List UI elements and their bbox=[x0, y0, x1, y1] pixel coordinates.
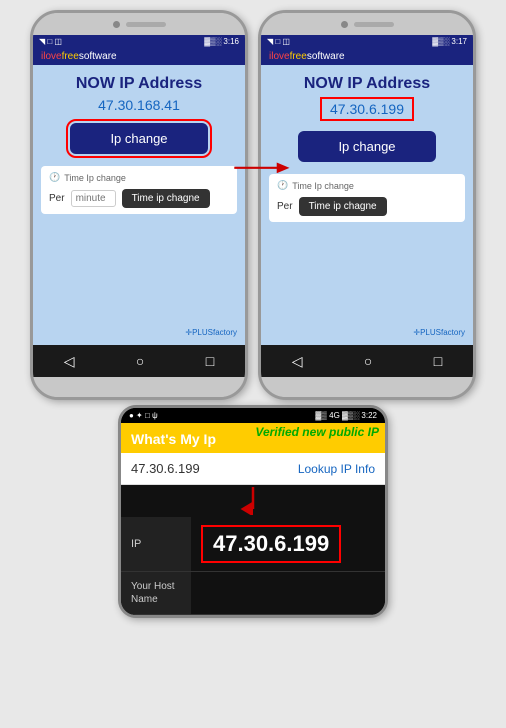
bottom-section: ● ✦ □ ψ ▓▒ 4G ▓▒░ 3:22 What's My Ip Veri… bbox=[0, 405, 506, 618]
left-phone-bottom bbox=[33, 377, 245, 397]
left-phone-top bbox=[33, 13, 245, 35]
brand-soft: software bbox=[79, 51, 117, 62]
host-label-cell: Your Host Name bbox=[121, 572, 191, 614]
left-back-btn[interactable]: ◁ bbox=[64, 353, 75, 370]
left-status-right: ▓▒░ 3:16 bbox=[204, 37, 239, 46]
left-per-label: Per bbox=[49, 193, 65, 204]
left-phone: ◥ □ ◫ ▓▒░ 3:16 ilovefreesoftware NOW IP … bbox=[30, 10, 248, 400]
left-now-ip-label: NOW IP Address bbox=[76, 75, 202, 93]
right-time-label: 🕐 Time Ip change bbox=[277, 180, 457, 191]
bottom-status-right: ▓▒ 4G ▓▒░ 3:22 bbox=[315, 411, 377, 420]
right-back-btn[interactable]: ◁ bbox=[292, 353, 303, 370]
verified-banner: What's My Ip Verified new public IP bbox=[121, 423, 385, 453]
bottom-icons: ● ✦ □ ψ bbox=[129, 411, 158, 420]
right-time-row: Per Time ip chagne bbox=[277, 197, 457, 216]
lookup-ip-value: 47.30.6.199 bbox=[131, 461, 200, 476]
right-brand-soft: software bbox=[307, 51, 345, 62]
right-now-ip-label: NOW IP Address bbox=[304, 75, 430, 93]
right-recent-btn[interactable]: □ bbox=[434, 353, 442, 369]
bottom-status-left: ● ✦ □ ψ bbox=[129, 411, 158, 420]
right-status-icons: ◥ □ ◫ bbox=[267, 37, 290, 46]
bottom-phone: ● ✦ □ ψ ▓▒ 4G ▓▒░ 3:22 What's My Ip Veri… bbox=[118, 405, 388, 618]
left-ip-change-button[interactable]: Ip change bbox=[70, 123, 207, 154]
right-brand-bar: ilovefreesoftware bbox=[261, 48, 473, 65]
left-ip-address: 47.30.168.41 bbox=[98, 97, 180, 113]
right-time-section: 🕐 Time Ip change Per Time ip chagne bbox=[269, 174, 465, 222]
host-value-cell bbox=[191, 572, 385, 614]
right-status-left: ◥ □ ◫ bbox=[267, 37, 290, 46]
right-speaker bbox=[354, 22, 394, 27]
ip-value-cell: 47.30.6.199 bbox=[191, 517, 385, 571]
right-per-label: Per bbox=[277, 201, 293, 212]
bottom-status-bar: ● ✦ □ ψ ▓▒ 4G ▓▒░ 3:22 bbox=[121, 408, 385, 423]
ip-table-row-host: Your Host Name bbox=[121, 572, 385, 615]
right-phone-top bbox=[261, 13, 473, 35]
right-status-bar: ◥ □ ◫ ▓▒░ 3:17 bbox=[261, 35, 473, 48]
down-arrow-icon bbox=[238, 487, 268, 515]
camera-icon bbox=[113, 21, 120, 28]
left-time-label: 🕐 Time Ip change bbox=[49, 172, 229, 183]
bottom-time: 3:22 bbox=[361, 411, 377, 420]
lookup-ip-info-button[interactable]: Lookup IP Info bbox=[298, 462, 375, 476]
bottom-signal: ▓▒ 4G ▓▒░ bbox=[315, 411, 359, 420]
phones-section: ◥ □ ◫ ▓▒░ 3:16 ilovefreesoftware NOW IP … bbox=[0, 0, 506, 405]
left-status-bar: ◥ □ ◫ ▓▒░ 3:16 bbox=[33, 35, 245, 48]
brand-love: ilove bbox=[41, 51, 62, 62]
ip-large-value: 47.30.6.199 bbox=[201, 525, 341, 563]
left-time-section: 🕐 Time Ip change Per Time ip chagne bbox=[41, 166, 237, 214]
right-plus-factory: ✛PLUSfactory bbox=[413, 328, 465, 337]
right-app-content: NOW IP Address 47.30.6.199 Ip change 🕐 T… bbox=[261, 65, 473, 345]
left-brand-bar: ilovefreesoftware bbox=[33, 48, 245, 65]
left-recent-btn[interactable]: □ bbox=[206, 353, 214, 369]
brand-free: free bbox=[62, 51, 79, 62]
right-brand-love: ilove bbox=[269, 51, 290, 62]
right-phone-bottom bbox=[261, 377, 473, 397]
left-home-btn[interactable]: ○ bbox=[136, 353, 144, 369]
left-time-row: Per Time ip chagne bbox=[49, 189, 229, 208]
right-phone-nav: ◁ ○ □ bbox=[261, 345, 473, 377]
clock-icon: 🕐 bbox=[49, 172, 60, 183]
right-home-btn[interactable]: ○ bbox=[364, 353, 372, 369]
arrow-icon bbox=[230, 155, 290, 185]
right-time-change-button[interactable]: Time ip chagne bbox=[299, 197, 387, 216]
right-camera-icon bbox=[341, 21, 348, 28]
left-status-icons: ◥ □ ◫ bbox=[39, 37, 62, 46]
down-arrow-container bbox=[121, 485, 385, 517]
left-phone-nav: ◁ ○ □ bbox=[33, 345, 245, 377]
right-phone: ◥ □ ◫ ▓▒░ 3:17 ilovefreesoftware NOW IP … bbox=[258, 10, 476, 400]
left-plus-factory: ✛PLUSfactory bbox=[185, 328, 237, 337]
lookup-row: 47.30.6.199 Lookup IP Info bbox=[121, 453, 385, 485]
left-signal-icon: ▓▒░ bbox=[204, 37, 221, 46]
right-signal-icon: ▓▒░ bbox=[432, 37, 449, 46]
left-app-content: NOW IP Address 47.30.168.41 Ip change 🕐 … bbox=[33, 65, 245, 345]
ip-label-cell: IP bbox=[121, 517, 191, 571]
ip-table-row-ip: IP 47.30.6.199 bbox=[121, 517, 385, 572]
left-time: 3:16 bbox=[223, 37, 239, 46]
speaker bbox=[126, 22, 166, 27]
right-time: 3:17 bbox=[451, 37, 467, 46]
verified-text: Verified new public IP bbox=[255, 425, 379, 439]
right-ip-change-button[interactable]: Ip change bbox=[298, 131, 435, 162]
ip-table: IP 47.30.6.199 Your Host Name bbox=[121, 517, 385, 615]
left-time-change-button[interactable]: Time ip chagne bbox=[122, 189, 210, 208]
left-minute-input[interactable] bbox=[71, 190, 116, 207]
left-status-left: ◥ □ ◫ bbox=[39, 37, 62, 46]
arrow-between-phones bbox=[230, 155, 290, 190]
right-status-right: ▓▒░ 3:17 bbox=[432, 37, 467, 46]
right-brand-free: free bbox=[290, 51, 307, 62]
right-ip-address: 47.30.6.199 bbox=[320, 97, 414, 121]
